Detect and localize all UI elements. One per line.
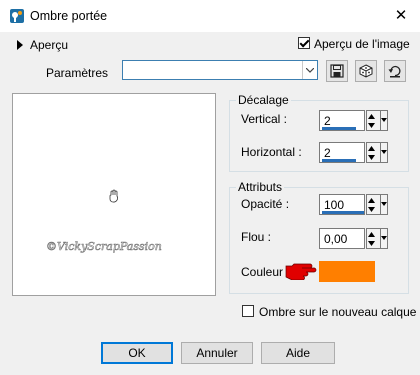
blur-label: Flou : <box>241 230 272 244</box>
vertical-slider-bar[interactable] <box>322 127 356 130</box>
shadow-new-layer-label[interactable]: Ombre sur le nouveau calque <box>259 305 416 319</box>
window-title: Ombre portée <box>30 9 108 23</box>
spin-up-icon[interactable] <box>367 112 376 121</box>
help-button[interactable]: Aide <box>261 342 335 364</box>
dropdown-button[interactable] <box>302 61 317 79</box>
opacity-slider-bar[interactable] <box>322 211 364 214</box>
horizontal-value: 2 <box>324 146 331 160</box>
pan-cursor-icon <box>108 189 120 203</box>
ok-button[interactable]: OK <box>101 342 173 364</box>
svg-text:©VickyScrapPassion: ©VickyScrapPassion <box>46 240 162 253</box>
expand-arrow-icon[interactable] <box>16 39 24 50</box>
blur-value: 0,00 <box>324 232 348 246</box>
spin-down-icon[interactable] <box>367 121 376 130</box>
vertical-slider-toggle[interactable] <box>380 110 388 131</box>
app-icon <box>9 8 25 24</box>
shadow-new-layer-checkbox[interactable] <box>242 305 254 317</box>
dice-icon <box>359 64 373 78</box>
opacity-value: 100 <box>324 198 345 212</box>
color-label: Couleur <box>241 265 284 279</box>
offset-group-title: Décalage <box>236 93 291 107</box>
cancel-button[interactable]: Annuler <box>181 342 253 364</box>
spin-down-icon[interactable] <box>367 239 376 248</box>
show-image-label[interactable]: Aperçu de l'image <box>314 37 410 51</box>
reset-parameters-button[interactable] <box>384 60 406 82</box>
spin-down-icon[interactable] <box>367 205 376 214</box>
blur-slider-toggle[interactable] <box>380 228 388 249</box>
opacity-label: Opacité : <box>241 197 290 211</box>
chevron-down-icon <box>381 150 387 154</box>
chevron-down-icon <box>381 236 387 240</box>
close-icon: ✕ <box>394 7 408 24</box>
horizontal-label: Horizontal : <box>241 145 302 159</box>
close-button[interactable]: ✕ <box>390 6 412 26</box>
chevron-down-icon <box>306 68 314 73</box>
pointing-hand-icon <box>284 262 318 281</box>
chevron-down-icon <box>381 202 387 206</box>
shadow-color-swatch[interactable] <box>319 261 375 282</box>
attributes-group-title: Attributs <box>236 180 285 194</box>
vertical-label: Vertical : <box>241 112 288 126</box>
show-image-checkbox[interactable] <box>298 37 310 49</box>
chevron-down-icon <box>381 118 387 122</box>
random-parameters-button[interactable] <box>355 60 377 82</box>
horizontal-slider-bar[interactable] <box>322 159 356 162</box>
watermark-logo: ©VickyScrapPassion <box>46 240 162 254</box>
spin-up-icon[interactable] <box>367 144 376 153</box>
spin-up-icon[interactable] <box>367 196 376 205</box>
presets-dropdown[interactable] <box>122 60 318 80</box>
save-preset-button[interactable] <box>326 60 348 82</box>
vertical-input[interactable]: 2 <box>319 110 365 131</box>
reset-icon <box>388 65 401 78</box>
horizontal-input[interactable]: 2 <box>319 142 365 163</box>
spin-up-icon[interactable] <box>367 230 376 239</box>
horizontal-slider-toggle[interactable] <box>380 142 388 163</box>
vertical-value: 2 <box>324 114 331 128</box>
opacity-input[interactable]: 100 <box>319 194 365 215</box>
spin-down-icon[interactable] <box>367 153 376 162</box>
presets-label: Paramètres <box>46 66 109 80</box>
floppy-disk-icon <box>330 64 344 78</box>
preview-expander-label[interactable]: Aperçu <box>30 38 68 52</box>
opacity-slider-toggle[interactable] <box>380 194 388 215</box>
blur-input[interactable]: 0,00 <box>319 228 365 249</box>
